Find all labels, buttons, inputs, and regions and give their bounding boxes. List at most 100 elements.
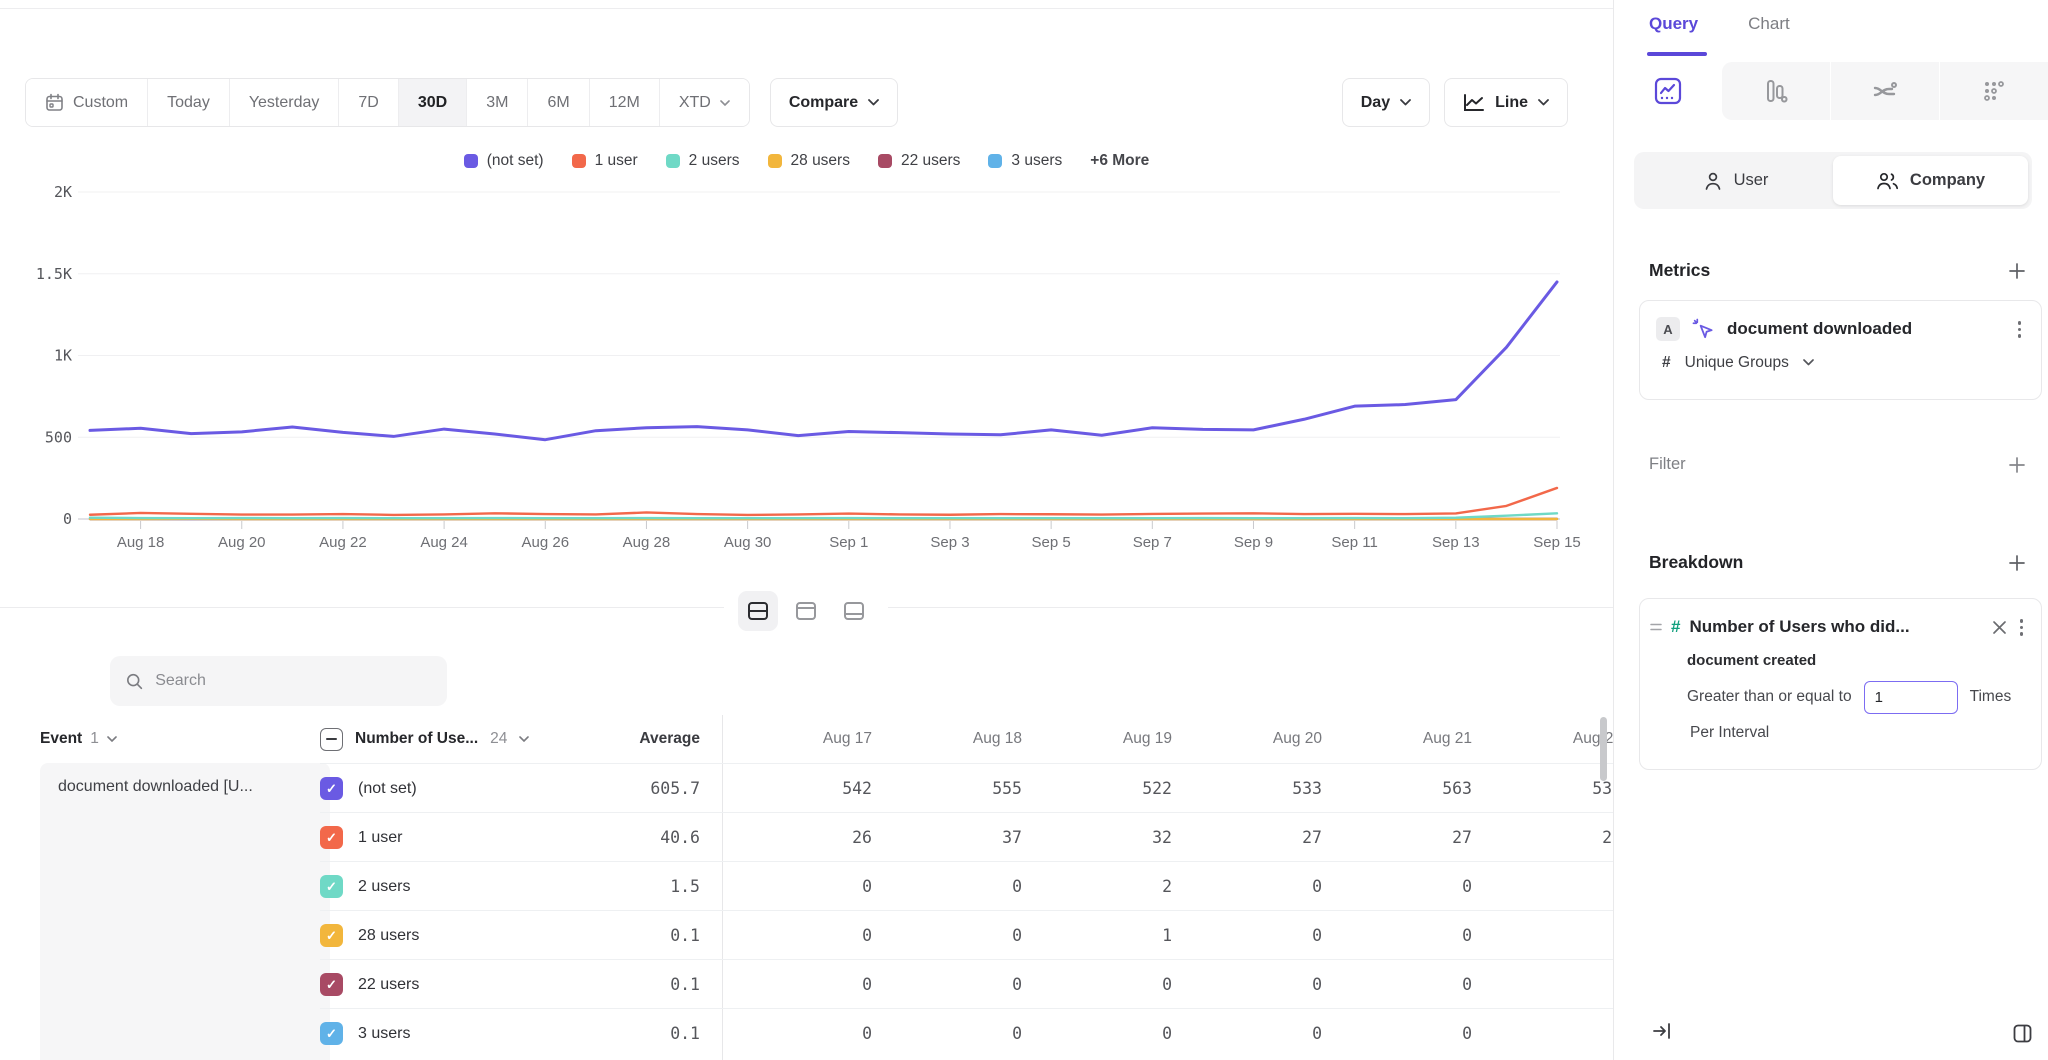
company-icon	[1876, 171, 1899, 191]
per-interval-label: Per Interval	[1690, 724, 2041, 742]
chevron-down-icon[interactable]	[519, 736, 529, 742]
range-button-7d[interactable]: 7D	[339, 79, 398, 126]
chart-type-button[interactable]: Line	[1444, 78, 1568, 127]
range-button-30d[interactable]: 30D	[399, 79, 467, 126]
svg-text:Aug 30: Aug 30	[724, 534, 772, 551]
chevron-down-icon	[868, 99, 879, 106]
range-button-12m[interactable]: 12M	[590, 79, 660, 126]
row-checkbox[interactable]: ✓	[320, 1022, 343, 1045]
range-button-yesterday[interactable]: Yesterday	[230, 79, 340, 126]
event-count: 1	[90, 730, 99, 748]
results-table: Event 1 Number of Use... 24 Average Aug …	[0, 715, 1613, 1060]
date-column-header: Aug 21	[1322, 715, 1472, 763]
range-button-today[interactable]: Today	[148, 79, 230, 126]
svg-text:Aug 22: Aug 22	[319, 534, 367, 551]
range-button-6m[interactable]: 6M	[528, 79, 589, 126]
table-row: ✓3 users0.1000000	[320, 1008, 1613, 1057]
row-values: 263732272728	[722, 813, 1622, 862]
row-value-cell: 0	[1472, 911, 1622, 960]
scope-user-button[interactable]: User	[1638, 156, 1833, 205]
close-icon[interactable]	[1992, 620, 2007, 635]
breakdown-condition-row: Greater than or equal to Times	[1687, 681, 2041, 714]
panel-layout-button[interactable]	[2013, 1024, 2032, 1048]
breakdown-event-name: document created	[1687, 652, 2041, 669]
date-range-selector: Custom TodayYesterday7D 30D 3M6M12MXTD	[25, 78, 750, 127]
row-checkbox[interactable]: ✓	[320, 826, 343, 849]
arrow-to-bar-icon	[1652, 1021, 1672, 1041]
row-value-cell: 37	[872, 813, 1022, 862]
metric-measure-row[interactable]: # Unique Groups	[1662, 354, 2041, 372]
event-cell[interactable]: document downloaded [U...	[40, 763, 330, 1060]
search-input[interactable]	[155, 672, 431, 690]
select-all-checkbox[interactable]	[320, 728, 343, 751]
layout-chart-only-button[interactable]	[786, 591, 826, 631]
row-value-cell: 0	[722, 862, 872, 911]
chart-type-line-button[interactable]	[1614, 62, 1722, 120]
chart-toolbar: Custom TodayYesterday7D 30D 3M6M12MXTD Comp…	[25, 78, 1568, 127]
chart-type-switcher	[1614, 62, 2048, 120]
row-label: 2 users	[358, 862, 410, 911]
condition-value-input[interactable]	[1864, 681, 1958, 714]
add-breakdown-icon[interactable]	[2008, 554, 2026, 572]
layout-table-only-button[interactable]	[834, 591, 874, 631]
chart-type-bar-button[interactable]	[1722, 62, 1830, 120]
metric-event-name[interactable]: document downloaded	[1727, 319, 2002, 339]
svg-text:Aug 20: Aug 20	[218, 534, 266, 551]
table-row: ✓28 users0.1001000	[320, 910, 1613, 959]
row-value-cell: 563	[1322, 764, 1472, 813]
row-value-cell: 28	[1472, 813, 1622, 862]
breakdown-kebab-menu[interactable]	[2016, 615, 2028, 640]
scope-toggle: User Company	[1634, 152, 2032, 209]
svg-text:Sep 11: Sep 11	[1331, 534, 1377, 551]
range-button-xtd[interactable]: XTD	[660, 79, 749, 126]
row-checkbox[interactable]: ✓	[320, 875, 343, 898]
metric-card-row: A document downloaded	[1640, 301, 2041, 342]
row-checkbox[interactable]: ✓	[320, 973, 343, 996]
metric-kebab-menu[interactable]	[2014, 317, 2026, 342]
row-value-cell: 27	[1172, 813, 1322, 862]
range-button-custom[interactable]: Custom	[26, 79, 148, 126]
collapse-panel-button[interactable]	[1652, 1021, 1672, 1046]
row-value-cell: 2	[1022, 862, 1172, 911]
row-value-cell: 32	[1022, 813, 1172, 862]
sidebar-layout-icon	[2013, 1024, 2032, 1043]
svg-text:Sep 7: Sep 7	[1133, 534, 1172, 551]
search-icon	[126, 672, 143, 691]
row-value-cell: 0	[1172, 862, 1322, 911]
chart-type-scatter-button[interactable]	[1939, 62, 2048, 120]
breakdown-card: # Number of Users who did... document cr…	[1639, 598, 2042, 770]
range-label: Custom	[73, 94, 128, 112]
svg-text:Aug 18: Aug 18	[117, 534, 165, 551]
compare-label: Compare	[789, 94, 858, 112]
chevron-down-icon	[107, 736, 117, 742]
tab-query[interactable]: Query	[1649, 14, 1698, 34]
row-value-cell: 0	[1022, 1009, 1172, 1058]
chart-type-flow-button[interactable]	[1830, 62, 1939, 120]
row-value-cell: 0	[722, 960, 872, 1009]
granularity-button[interactable]: Day	[1342, 78, 1430, 127]
row-value-cell: 0	[1022, 960, 1172, 1009]
layout-split-button[interactable]	[738, 591, 778, 631]
row-label: (not set)	[358, 764, 417, 813]
row-checkbox[interactable]: ✓	[320, 777, 343, 800]
table-scrollbar[interactable]	[1600, 717, 1607, 781]
svg-text:1.5K: 1.5K	[36, 265, 72, 283]
row-checkbox[interactable]: ✓	[320, 924, 343, 947]
add-filter-icon[interactable]	[2008, 456, 2026, 474]
condition-label: Greater than or equal to	[1687, 688, 1852, 706]
event-column-header[interactable]: Event 1	[40, 715, 117, 763]
tab-chart[interactable]: Chart	[1748, 14, 1790, 34]
range-label: 30D	[418, 94, 447, 112]
add-metric-icon[interactable]	[2008, 262, 2026, 280]
row-value-cell: 0	[1472, 960, 1622, 1009]
compare-button[interactable]: Compare	[770, 78, 898, 127]
hash-icon: #	[1662, 354, 1671, 372]
breakdown-title[interactable]: Number of Users who did...	[1689, 617, 1982, 637]
row-value-cell: 0	[1172, 1009, 1322, 1058]
range-button-3m[interactable]: 3M	[467, 79, 528, 126]
bottom-bar-view-icon	[842, 599, 866, 623]
date-column-header: Aug 18	[872, 715, 1022, 763]
drag-handle-icon[interactable]	[1650, 621, 1662, 633]
scope-company-button[interactable]: Company	[1833, 156, 2028, 205]
user-icon	[1703, 171, 1723, 191]
